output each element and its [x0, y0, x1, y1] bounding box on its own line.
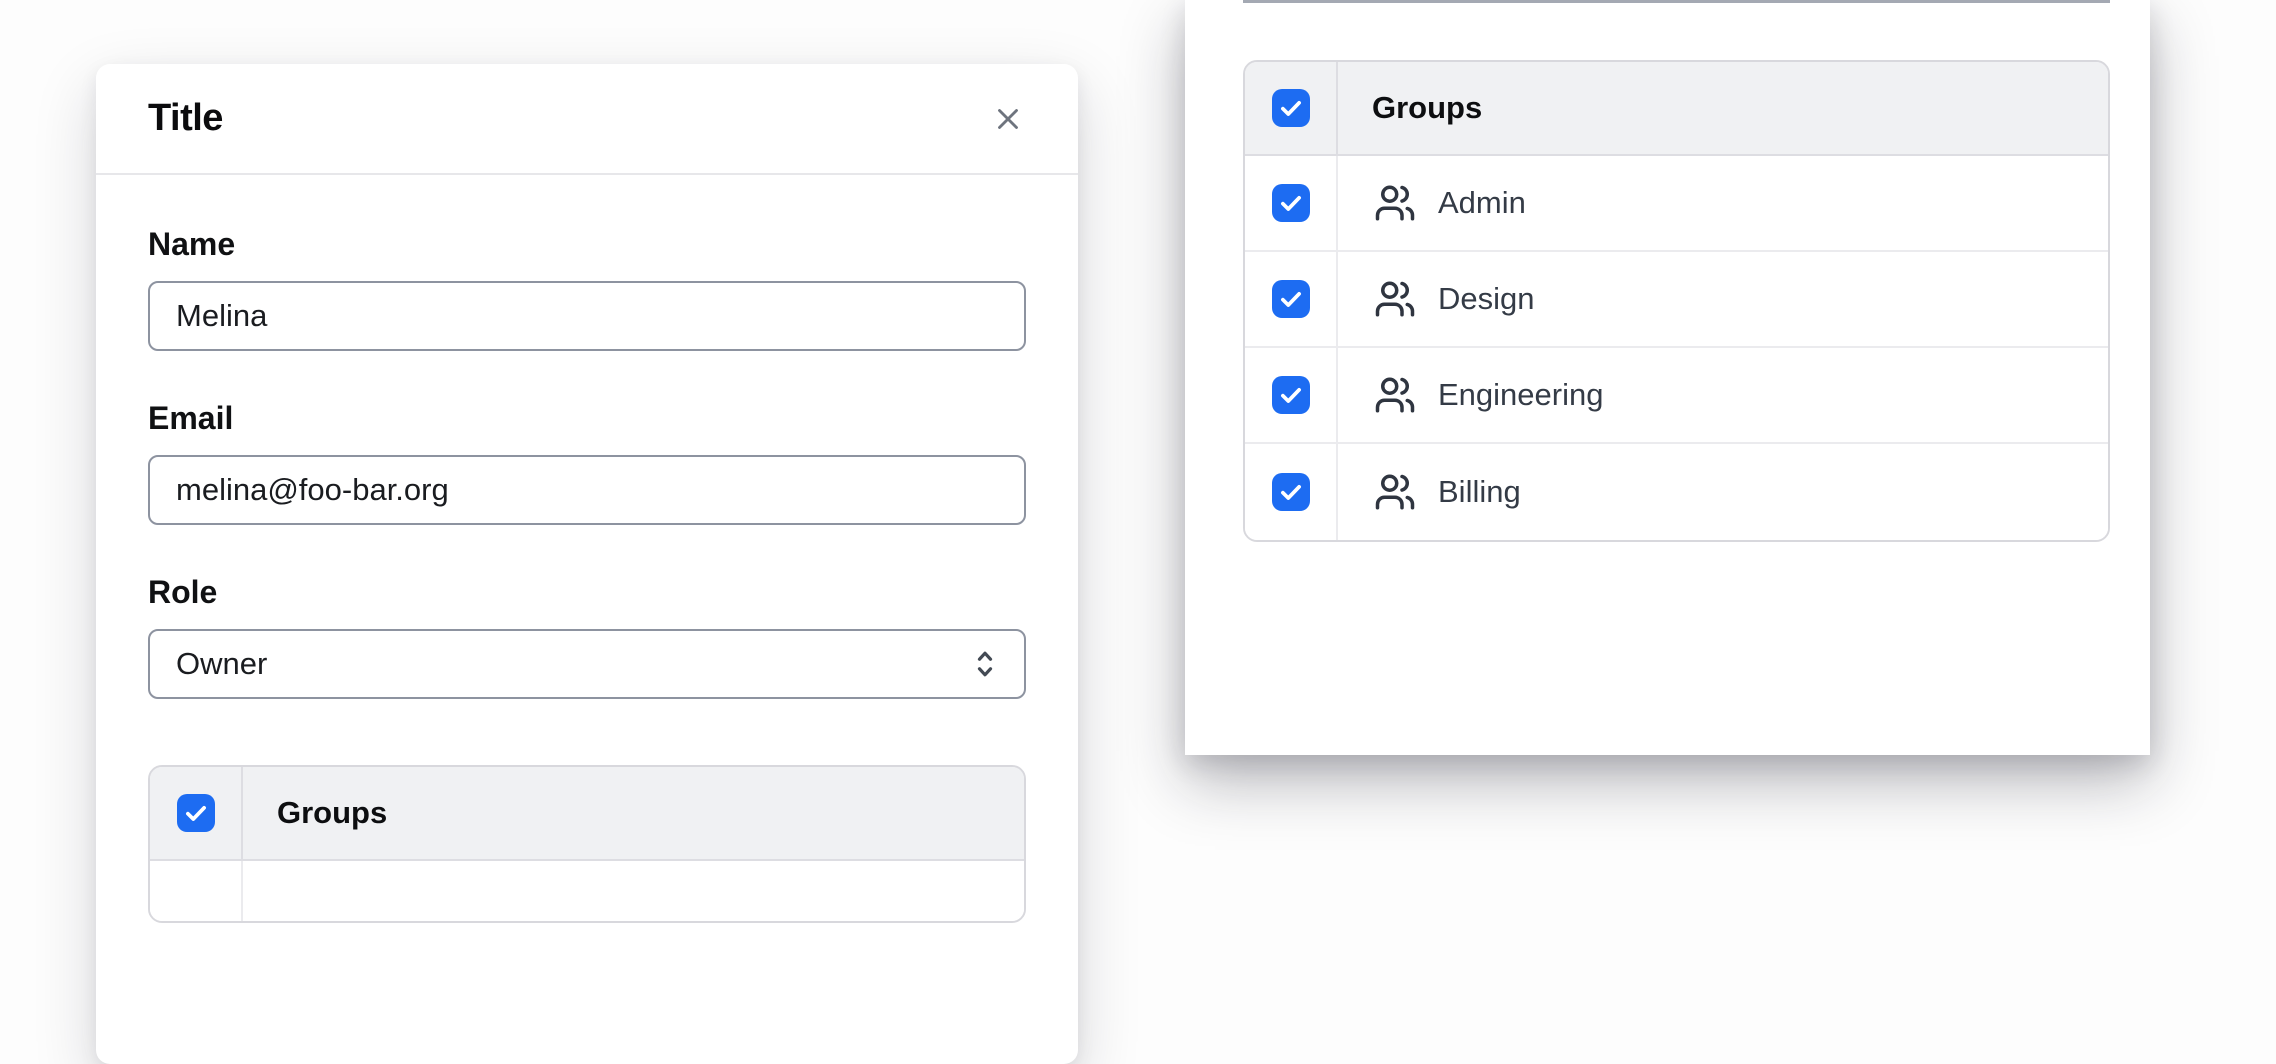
close-button[interactable]: [984, 95, 1032, 143]
groups-column-header: Groups: [243, 767, 387, 859]
x-icon: [991, 102, 1025, 136]
table-row[interactable]: Billing: [1245, 444, 2108, 540]
header-checkbox-cell: [1245, 62, 1338, 154]
row-checkbox[interactable]: [1272, 280, 1310, 318]
table-row[interactable]: Design: [1245, 252, 2108, 348]
row-content: Engineering: [1338, 348, 1603, 442]
check-icon: [1278, 382, 1304, 408]
groups-table-header-row: Groups: [1245, 62, 2108, 156]
check-icon: [183, 800, 209, 826]
row-checkbox-cell: [1245, 252, 1338, 346]
check-icon: [1278, 286, 1304, 312]
select-all-checkbox[interactable]: [1272, 89, 1310, 127]
groups-panel: Groups Admin: [1185, 0, 2150, 755]
row-checkbox[interactable]: [1272, 376, 1310, 414]
row-checkbox[interactable]: [1272, 473, 1310, 511]
select-all-checkbox[interactable]: [177, 794, 215, 832]
header-checkbox-cell: [150, 767, 243, 859]
cropped-field-bottom-border: [1243, 0, 2110, 3]
role-label: Role: [148, 573, 1026, 611]
name-label: Name: [148, 225, 1026, 263]
modal-header: Title: [96, 64, 1078, 175]
group-name: Design: [1438, 281, 1535, 317]
role-select-value: Owner: [176, 646, 267, 682]
modal-body: Name Email Role Owner: [96, 175, 1078, 923]
row-checkbox-cell: [1245, 348, 1338, 442]
row-content: Billing: [1338, 444, 1521, 540]
users-icon: [1374, 374, 1416, 416]
modal-groups-table: Groups: [148, 765, 1026, 923]
modal-title: Title: [148, 97, 984, 140]
group-name: Billing: [1438, 474, 1521, 510]
table-row[interactable]: Engineering: [1245, 348, 2108, 444]
table-row-cropped: [150, 861, 1024, 921]
row-content: Admin: [1338, 156, 1526, 250]
chevron-up-down-icon: [966, 645, 1004, 683]
row-checkbox-cell: [150, 861, 243, 921]
panel-groups-table: Groups Admin: [1243, 60, 2110, 542]
users-icon: [1374, 278, 1416, 320]
groups-column-header: Groups: [1338, 62, 1482, 154]
users-icon: [1374, 471, 1416, 513]
check-icon: [1278, 95, 1304, 121]
name-input[interactable]: [148, 281, 1026, 351]
groups-table-header-row: Groups: [150, 767, 1024, 861]
row-content: Design: [1338, 252, 1535, 346]
email-label: Email: [148, 399, 1026, 437]
check-icon: [1278, 190, 1304, 216]
row-checkbox-cell: [1245, 156, 1338, 250]
group-name: Admin: [1438, 185, 1526, 221]
edit-user-modal: Title Name Email Role Owner: [96, 64, 1078, 1064]
check-icon: [1278, 479, 1304, 505]
group-name: Engineering: [1438, 377, 1603, 413]
row-checkbox-cell: [1245, 444, 1338, 540]
role-select[interactable]: Owner: [148, 629, 1026, 699]
row-checkbox[interactable]: [1272, 184, 1310, 222]
users-icon: [1374, 182, 1416, 224]
table-row[interactable]: Admin: [1245, 156, 2108, 252]
email-input[interactable]: [148, 455, 1026, 525]
